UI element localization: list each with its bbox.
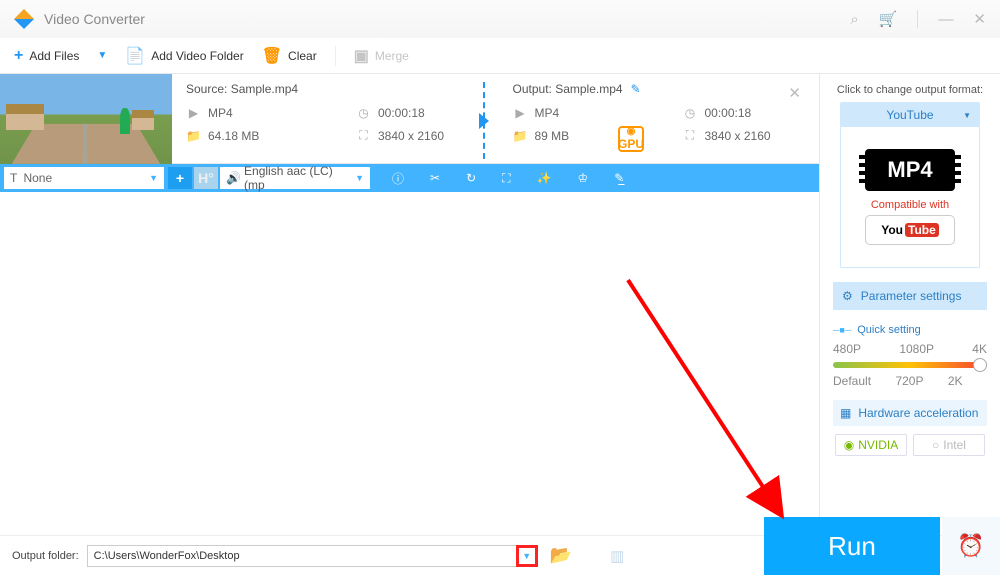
- add-files-button[interactable]: +Add Files: [14, 47, 79, 65]
- add-subtitle-button[interactable]: +: [168, 167, 192, 189]
- edit-output-icon[interactable]: ✎: [631, 82, 641, 96]
- parameter-settings-button[interactable]: ⚙Parameter settings: [833, 282, 987, 310]
- subtitle-select[interactable]: T None▼: [4, 167, 164, 189]
- output-label: Output: Sample.mp4: [513, 82, 623, 96]
- remove-item-button[interactable]: ✕: [788, 84, 801, 102]
- source-label: Source: Sample.mp4: [186, 82, 479, 96]
- app-title: Video Converter: [44, 11, 145, 27]
- plus-icon: +: [14, 47, 23, 65]
- size-icon: 📁: [513, 129, 528, 143]
- output-folder-input[interactable]: [87, 545, 517, 567]
- cut-tool-icon[interactable]: ✂: [430, 171, 440, 185]
- format-label: Click to change output format:: [837, 84, 983, 96]
- audio-select[interactable]: 🔊 English aac (LC) (mp▼: [220, 167, 370, 189]
- size-icon: 📁: [186, 129, 201, 143]
- format-selector[interactable]: YouTube▼ MP4 Compatible with YouTube: [840, 102, 980, 268]
- hardware-accel-button[interactable]: ▦Hardware acceleration: [833, 400, 987, 426]
- slider-knob[interactable]: [973, 358, 987, 372]
- sidebar: Click to change output format: YouTube▼ …: [820, 74, 1000, 534]
- crop-tool-icon[interactable]: ⛶: [502, 171, 510, 186]
- clock-icon: ◷: [356, 106, 371, 120]
- chip-icon: ▦: [840, 406, 851, 420]
- nvidia-icon: ◉: [844, 438, 854, 452]
- nvidia-badge: ◉NVIDIA: [835, 434, 907, 456]
- mp4-badge-icon: MP4: [865, 149, 955, 191]
- titlebar: Video Converter ⌕ 🛒 — ✕: [0, 0, 1000, 38]
- browse-folder-icon[interactable]: 📂: [550, 545, 572, 566]
- format-icon: ▶: [186, 106, 201, 120]
- rotate-tool-icon[interactable]: ↻: [466, 171, 476, 185]
- chevron-down-icon: ▼: [963, 111, 971, 120]
- quick-setting-label: Quick setting: [833, 324, 987, 336]
- watermark-tool-icon[interactable]: ♔: [578, 171, 589, 185]
- clear-button[interactable]: 🗑Clear: [262, 46, 317, 66]
- output-folder-dropdown[interactable]: ▼: [516, 545, 538, 567]
- add-files-dropdown[interactable]: ▼: [97, 50, 107, 61]
- quality-slider[interactable]: [833, 362, 987, 368]
- effects-tool-icon[interactable]: ✨: [537, 171, 552, 185]
- gpu-badge-icon: GPU: [618, 126, 644, 152]
- intel-badge: ○Intel: [913, 434, 985, 456]
- toolbar: +Add Files ▼ 📄Add Video Folder 🗑Clear ▣M…: [0, 38, 1000, 74]
- app-logo-icon: [14, 9, 34, 29]
- add-folder-button[interactable]: 📄Add Video Folder: [125, 46, 243, 66]
- youtube-icon: YouTube: [865, 215, 955, 245]
- subtitle-icon: T: [10, 171, 17, 185]
- speaker-icon: 🔊: [226, 171, 241, 185]
- merge-icon: ▣: [354, 46, 369, 66]
- cart-icon[interactable]: 🛒: [879, 10, 898, 28]
- action-bar: T None▼ + H° 🔊 English aac (LC) (mp▼ ⓘ ✂…: [0, 164, 819, 192]
- close-button[interactable]: ✕: [973, 10, 986, 28]
- edit-tool-icon[interactable]: ✎̲: [614, 171, 624, 185]
- clock-icon: ◷: [683, 106, 698, 120]
- folder-plus-icon: 📄: [125, 46, 145, 66]
- info-tool-icon[interactable]: ⓘ: [392, 170, 404, 187]
- arrow-divider-icon: [483, 82, 485, 159]
- intel-icon: ○: [932, 438, 939, 452]
- file-item: Source: Sample.mp4 ▶MP4 ◷00:00:18 📁64.18…: [0, 74, 819, 164]
- minimize-button[interactable]: —: [938, 11, 953, 28]
- resolution-icon: ⛶: [356, 128, 371, 143]
- sliders-icon: ⚙: [842, 289, 853, 303]
- alarm-icon[interactable]: ⏰: [942, 517, 1000, 575]
- trash-icon: 🗑: [262, 46, 282, 66]
- key-icon[interactable]: ⌕: [850, 11, 858, 28]
- hardcode-subtitle-button[interactable]: H°: [194, 167, 218, 189]
- merge-button: ▣Merge: [354, 46, 409, 66]
- output-folder-label: Output folder:: [12, 550, 79, 562]
- format-icon: ▶: [513, 106, 528, 120]
- preset-icon[interactable]: ▥: [610, 547, 624, 565]
- run-button[interactable]: Run: [764, 517, 940, 575]
- video-thumbnail[interactable]: [0, 74, 172, 164]
- resolution-icon: ⛶: [683, 128, 698, 143]
